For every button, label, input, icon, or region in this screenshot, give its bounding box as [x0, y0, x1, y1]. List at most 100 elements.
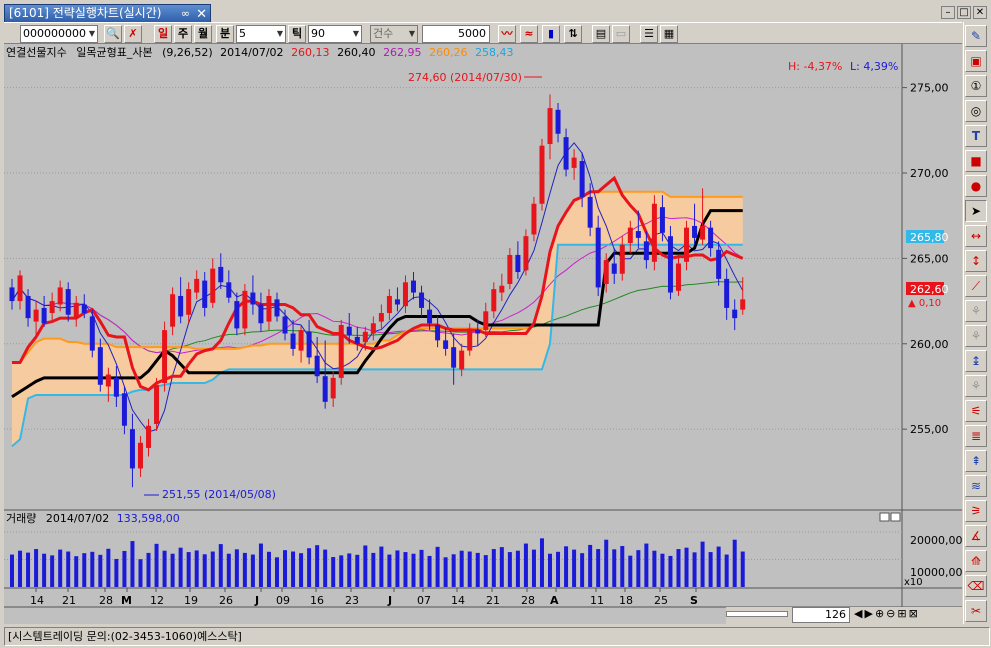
grid-view-icon[interactable]: ⊞	[897, 607, 908, 620]
zoom-in-icon[interactable]: ⊕	[875, 607, 886, 620]
text-tool-button[interactable]: T	[965, 125, 987, 147]
volume-bar	[18, 550, 23, 587]
volume-bar	[250, 554, 255, 587]
time-axis-label: J	[254, 594, 259, 607]
circle-tool-button[interactable]: ●	[965, 175, 987, 197]
day-button[interactable]: 일	[154, 25, 172, 43]
channel-tool-button[interactable]: ≣	[965, 425, 987, 447]
low-percent: L: 4,39%	[850, 60, 898, 73]
candle-body	[282, 316, 288, 334]
legend-name: 연결선물지수	[6, 46, 67, 59]
chart-svg[interactable]: 연결선물지수 일목균형표_사본 (9,26,52) 2014/07/02 260…	[4, 44, 962, 624]
gann-tool-button[interactable]: ⚘	[965, 375, 987, 397]
time-axis-label: A	[550, 594, 559, 607]
chevron-down-icon[interactable]: ▼	[89, 26, 95, 42]
count-input[interactable]: 5000	[422, 25, 490, 43]
speed-icon: ⟰	[970, 554, 982, 568]
grid-button[interactable]: ▦	[660, 25, 678, 43]
circle-icon: ●	[970, 179, 982, 193]
volume-bar	[700, 541, 705, 587]
pattern2-tool-button[interactable]: ⚘	[965, 325, 987, 347]
candle-body	[675, 263, 681, 291]
volume-minimize-button[interactable]	[879, 512, 890, 522]
horizontal-line-icon: ↔	[970, 229, 982, 243]
chevron-down-icon: ▼	[352, 29, 359, 38]
minute-button[interactable]: 분	[216, 25, 234, 43]
code-input[interactable]: 000000000 ▼	[20, 25, 98, 43]
print-button[interactable]: ▭	[612, 25, 630, 43]
eraser-tool-button[interactable]: ✂	[965, 600, 987, 622]
regression-tool-button[interactable]: ⇞	[965, 450, 987, 472]
candle-body	[635, 231, 641, 238]
angle-tool-button[interactable]: ∡	[965, 525, 987, 547]
line-chart-icon: 〰	[501, 27, 513, 40]
sort-button[interactable]: ⇅	[564, 25, 582, 43]
cursor-icon: ➤	[970, 204, 982, 218]
indicator-tool-button[interactable]: ▣	[965, 50, 987, 72]
candle-body	[202, 280, 208, 308]
chart-type-button[interactable]: 〰	[498, 25, 516, 43]
search-icon: 🔍	[106, 27, 120, 40]
tab-close-icon[interactable]: ✕	[196, 6, 207, 23]
candle-body	[89, 316, 95, 351]
tick-select[interactable]: 90 ▼	[308, 25, 362, 43]
month-button[interactable]: 월	[194, 25, 212, 43]
zoom-slider[interactable]	[726, 611, 788, 617]
volume-multiplier: x10	[904, 577, 923, 588]
volume-bar	[588, 544, 593, 587]
candle-body	[547, 108, 553, 144]
up-down-arrow-icon: ⇅	[568, 27, 578, 40]
minimize-button[interactable]: –	[941, 6, 955, 19]
fan-tool-button[interactable]: ⚟	[965, 400, 987, 422]
volume-bar	[539, 538, 544, 587]
hline-tool-button[interactable]: ↔	[965, 225, 987, 247]
volume-bar	[467, 551, 472, 587]
window-controls: – □ ✕	[941, 6, 987, 19]
bar-chart-button[interactable]: ▮	[542, 25, 560, 43]
time-axis-label: 28	[521, 594, 535, 607]
search-cancel-button[interactable]: ✗	[124, 25, 142, 43]
candle-body	[210, 268, 216, 303]
status-bar: [시스템트레이딩 문의:(02-3453-1060)예스스탁]	[4, 627, 990, 646]
week-button[interactable]: 주	[174, 25, 192, 43]
delete-tool-button[interactable]: ⌫	[965, 575, 987, 597]
reset-icon[interactable]: ⊠	[909, 607, 920, 620]
arc-tool-button[interactable]: ≋	[965, 475, 987, 497]
volume-bar	[732, 539, 737, 587]
compare-button[interactable]: ≈	[520, 25, 538, 43]
scroll-left-icon[interactable]: ◀	[854, 607, 864, 620]
search-button[interactable]: 🔍	[104, 25, 122, 43]
volume-bar	[307, 548, 312, 587]
volume-bar	[491, 549, 496, 587]
pattern-tool-button[interactable]: ⚘	[965, 300, 987, 322]
legend-tenkan-value: 260,13	[291, 46, 330, 59]
analysis-tool-button[interactable]: ✎	[965, 25, 987, 47]
minute-select[interactable]: 5 ▼	[236, 25, 286, 43]
volume-close-button[interactable]	[890, 512, 901, 522]
candle-body	[338, 324, 344, 378]
speed-tool-button[interactable]: ⟰	[965, 550, 987, 572]
maximize-button[interactable]: □	[957, 6, 971, 19]
trendline-tool-button[interactable]: ⟋	[965, 275, 987, 297]
zoom-out-icon[interactable]: ⊖	[886, 607, 897, 620]
window-tab[interactable]: [6101] 전략실행차트(실시간) ∞ ✕	[4, 4, 211, 23]
cycle-tool-button[interactable]: ⚞	[965, 500, 987, 522]
info-tool-button[interactable]: ①	[965, 75, 987, 97]
chart-area[interactable]: 연결선물지수 일목균형표_사본 (9,26,52) 2014/07/02 260…	[4, 44, 962, 624]
tick-button[interactable]: 틱	[288, 25, 306, 43]
close-button[interactable]: ✕	[973, 6, 987, 19]
link-icon[interactable]: ∞	[181, 5, 190, 22]
list-button[interactable]: ☰	[640, 25, 658, 43]
scroll-right-icon[interactable]: ▶	[864, 607, 874, 620]
cursor-tool-button[interactable]: ➤	[965, 200, 987, 222]
candle-body	[113, 377, 119, 397]
fibo-tool-button[interactable]: ↨	[965, 350, 987, 372]
target-tool-button[interactable]: ◎	[965, 100, 987, 122]
vline-tool-button[interactable]: ↕	[965, 250, 987, 272]
rect-tool-button[interactable]: ■	[965, 150, 987, 172]
legend-chikou-value: 262,95	[383, 46, 422, 59]
zoom-input[interactable]: 126	[792, 607, 850, 623]
count-select[interactable]: 건수 ▼	[370, 25, 418, 43]
document-button[interactable]: ▤	[592, 25, 610, 43]
candle-body	[194, 278, 200, 293]
